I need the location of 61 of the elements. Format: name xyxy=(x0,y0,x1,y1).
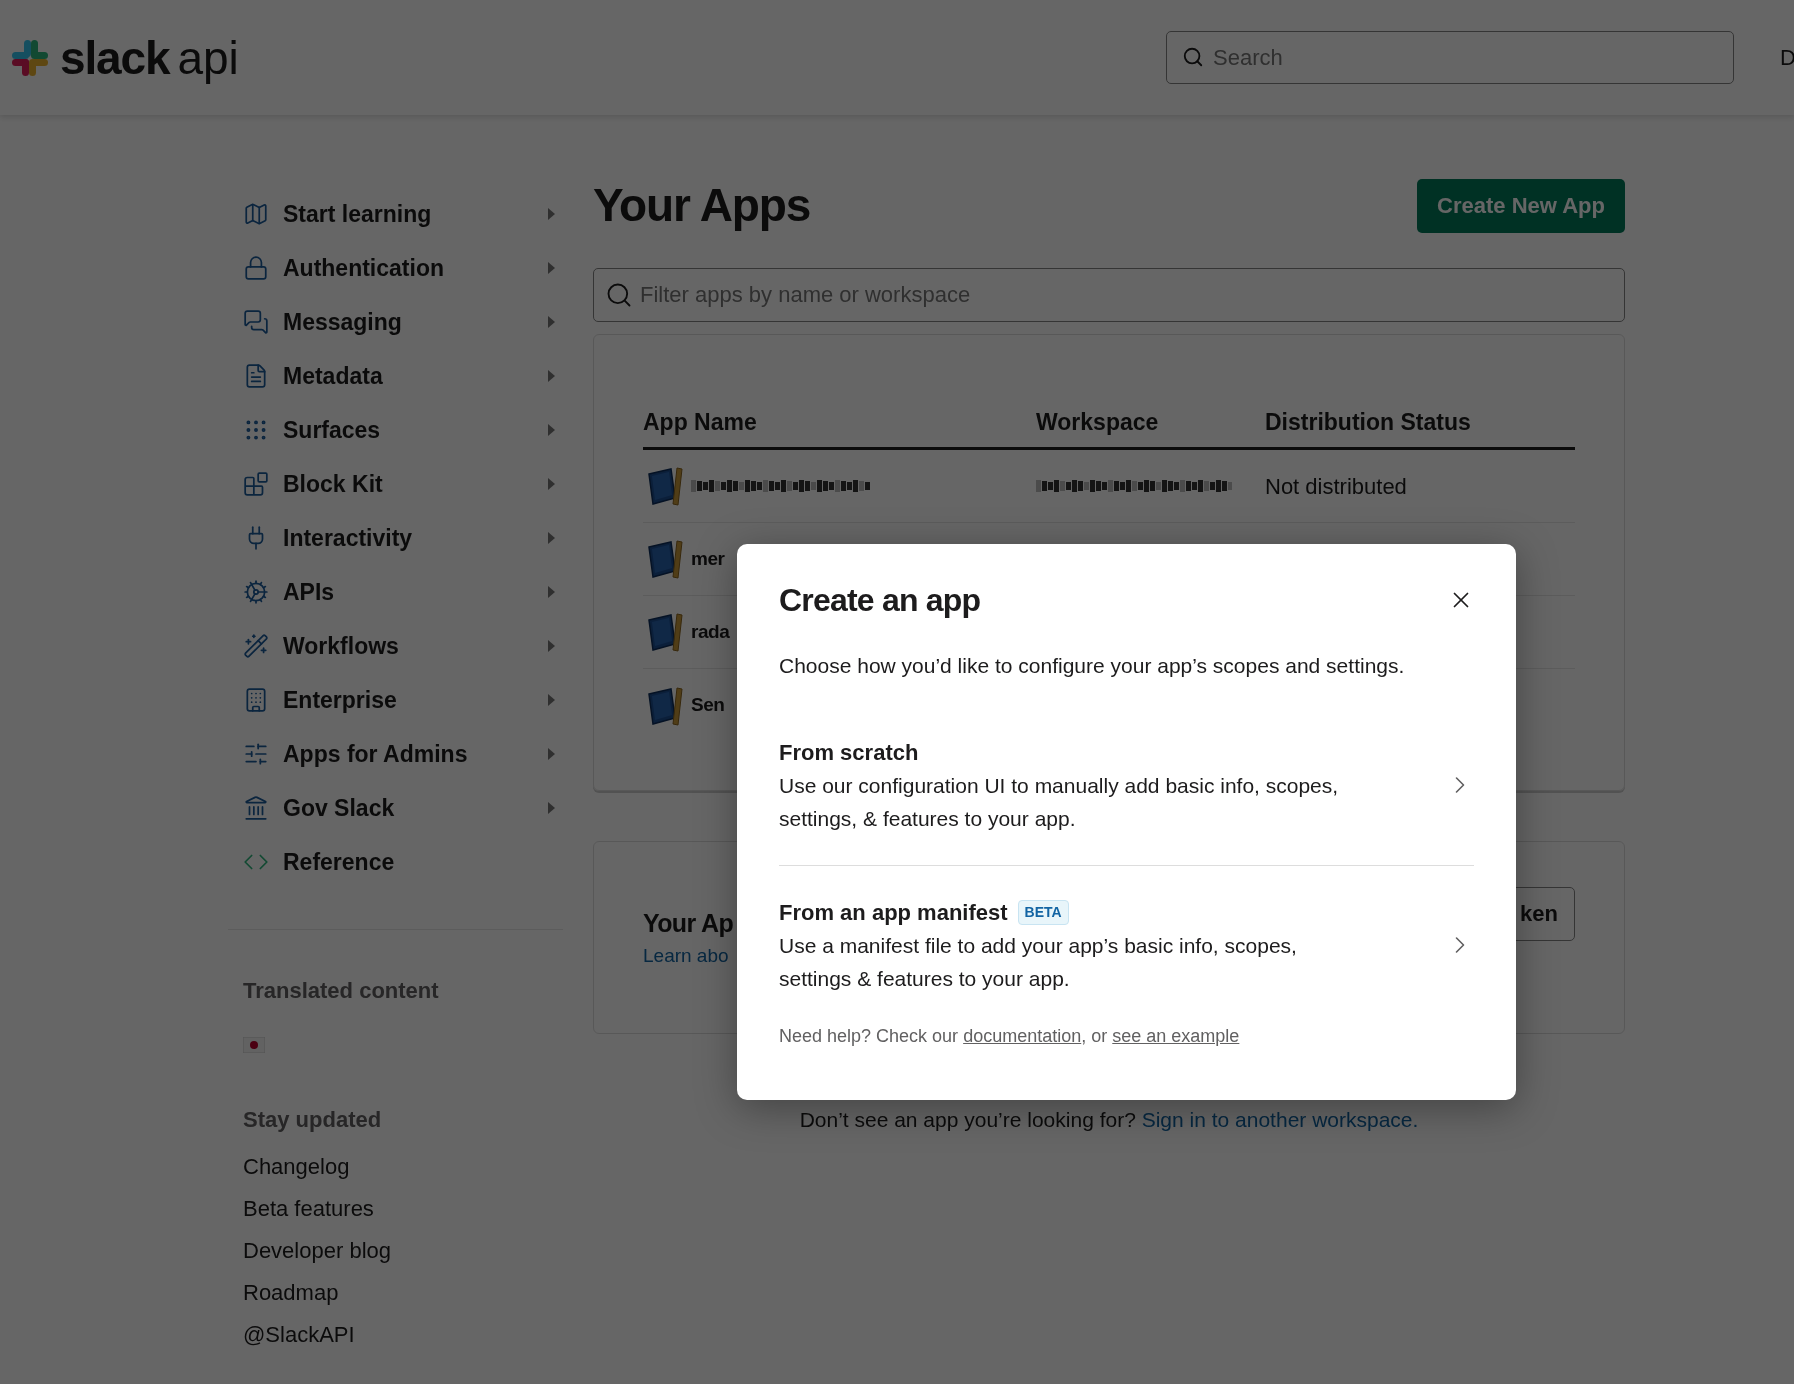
landmark-icon xyxy=(243,795,269,821)
column-header: App Name xyxy=(643,407,758,437)
building-icon xyxy=(243,687,269,713)
sidebar-item[interactable]: Workflows xyxy=(243,619,563,673)
section-heading: Stay updated xyxy=(243,1106,383,1134)
create-app-button[interactable]: Create New App xyxy=(1417,178,1625,233)
magic-wand-icon xyxy=(243,633,269,659)
sidebar-item[interactable]: Apps for Admins xyxy=(243,727,563,781)
option-description: Use our configuration UI to manually add basic info, scopes, settings, & features to your app. xyxy=(779,772,1340,832)
learn-link[interactable]: Learn abo xyxy=(643,942,729,971)
logo-icon xyxy=(10,37,50,78)
option-title: From an app manifest xyxy=(779,898,1008,927)
footer-link[interactable]: Changelog xyxy=(243,1152,350,1182)
app-name[interactable]: mer xyxy=(691,544,725,574)
footer-note: Don’t see an app you’re looking for? Sign in to another workspace. xyxy=(798,1107,1420,1133)
footer-link[interactable]: Developer blog xyxy=(243,1236,391,1266)
gear-icon xyxy=(243,579,269,605)
sidebar-item[interactable]: Block Kit xyxy=(243,457,563,511)
beta-badge: BETA xyxy=(1017,899,1069,925)
header-link[interactable]: D xyxy=(1780,41,1794,74)
page-title: Your Apps xyxy=(593,178,811,233)
sidebar-item[interactable]: Interactivity xyxy=(243,511,563,565)
document-icon xyxy=(243,363,269,389)
sidebar-item[interactable]: Gov Slack xyxy=(243,781,563,835)
option-description: Use a manifest file to add your app’s basic info, scopes, settings & features to your app. xyxy=(779,932,1298,992)
sidebar-item[interactable]: Enterprise xyxy=(243,673,563,727)
footer-link[interactable]: @SlackAPI xyxy=(243,1320,355,1350)
sidebar-item[interactable]: Reference xyxy=(243,835,563,889)
footer-link[interactable]: Roadmap xyxy=(243,1278,339,1308)
logo-wordmark: slack xyxy=(60,34,170,81)
column-header: Distribution Status xyxy=(1265,407,1471,437)
sidebar-item[interactable]: Authentication xyxy=(243,241,563,295)
sign-in-link[interactable]: Sign in to another workspace. xyxy=(1141,1108,1419,1131)
option-row[interactable]: From an app manifest BETA Use a manifest file to add your app’s basic info, scopes, settings & features to your app. xyxy=(779,865,1474,995)
lock-icon xyxy=(243,255,269,281)
documentation-link[interactable]: documentation xyxy=(963,1025,1082,1046)
section-heading: Translated content xyxy=(243,977,440,1005)
sidebar-item[interactable]: Start learning xyxy=(243,187,563,241)
table-cell-text: Not distributed xyxy=(1265,472,1407,501)
app-name[interactable]: Sen xyxy=(691,691,725,720)
blocks-icon xyxy=(243,471,269,497)
app-name[interactable]: rada xyxy=(691,617,730,647)
footer-link[interactable]: Beta features xyxy=(243,1194,374,1224)
search-icon xyxy=(605,281,633,309)
option-row[interactable]: From scratch Use our configuration UI to manually add basic info, scopes, settings, & features to your app. xyxy=(779,735,1474,866)
column-header: Workspace xyxy=(1036,407,1160,437)
sliders-icon xyxy=(243,741,269,767)
option-title: From scratch xyxy=(779,738,919,767)
search-icon xyxy=(1182,46,1204,68)
example-link[interactable]: see an example xyxy=(1112,1025,1240,1046)
dialog-description: Choose how you’d like to configure your app’s scopes and settings. xyxy=(779,653,1406,679)
map-icon xyxy=(243,201,269,227)
sidebar-item[interactable]: Metadata xyxy=(243,349,563,403)
sidebar-item[interactable]: Messaging xyxy=(243,295,563,349)
sidebar-item[interactable]: Surfaces xyxy=(243,403,563,457)
dialog-title: Create an app xyxy=(779,581,981,620)
card-title: Your Ap xyxy=(643,907,734,939)
sidebar-item[interactable]: APIs xyxy=(243,565,563,619)
help-text: Need help? Check our documentation, or see an example xyxy=(779,1024,1241,1048)
flag-icon xyxy=(243,1037,265,1053)
chat-bubbles-icon xyxy=(243,309,269,335)
